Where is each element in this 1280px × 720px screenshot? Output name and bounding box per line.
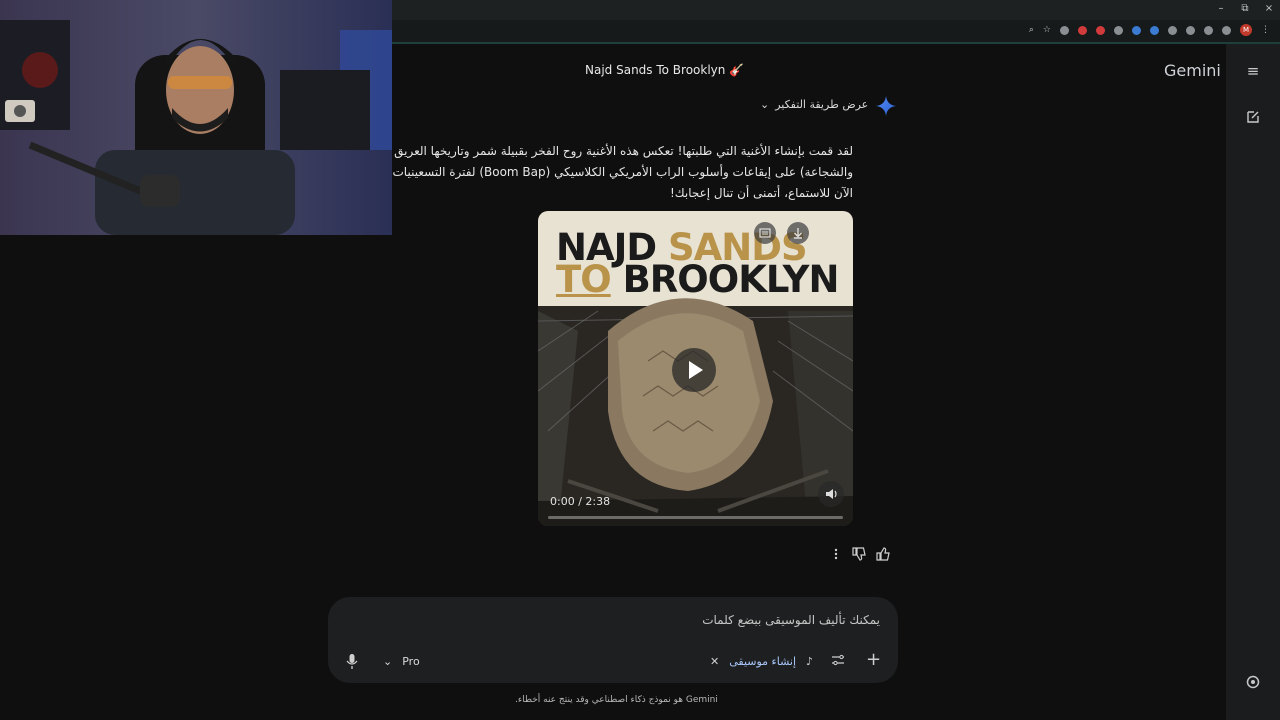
volume-icon — [826, 489, 837, 499]
extension-icon[interactable] — [1114, 25, 1123, 35]
extension-icon[interactable] — [1150, 25, 1159, 35]
playback-timecode: 0:00 / 2:38 — [550, 495, 611, 508]
settings-gear-icon[interactable] — [1244, 674, 1262, 692]
menu-icon[interactable]: ≡ — [1244, 62, 1262, 80]
right-rail: ≡ — [1226, 44, 1280, 720]
cover-title-line-2: TO BROOKLYN — [556, 258, 840, 301]
music-tool-label: إنشاء موسيقى — [729, 654, 797, 668]
transcript-icon[interactable] — [754, 222, 776, 244]
remove-chip-icon[interactable]: ✕ — [710, 655, 719, 668]
model-label: Pro — [402, 654, 420, 668]
more-options-icon[interactable] — [828, 546, 844, 562]
show-thinking-label: عرض طريقة التفكير — [775, 98, 869, 111]
thumbs-down-icon[interactable] — [851, 546, 867, 562]
model-selector[interactable]: ⌄ Pro — [383, 652, 420, 670]
browser-toolbar: ⌕ ☆ M ⋮ — [392, 20, 1280, 44]
chevron-down-icon: ⌄ — [760, 98, 770, 111]
extension-icon[interactable] — [1078, 25, 1087, 35]
extension-toolbar: ⌕ ☆ M ⋮ — [1029, 24, 1270, 36]
bookmark-star-icon[interactable]: ☆ — [1043, 25, 1051, 35]
webcam-overlay — [0, 0, 392, 235]
download-icon[interactable] — [787, 222, 809, 244]
prompt-composer[interactable]: يمكنك تأليف الموسيقى ببضع كلمات ⌄ Pro ✕ … — [328, 597, 898, 683]
cover-word: BROOKLYN — [622, 258, 840, 301]
window-controls: – ⧉ × — [1216, 3, 1274, 14]
volume-button[interactable] — [818, 481, 844, 507]
extension-icon[interactable] — [1186, 25, 1195, 35]
cover-word: TO — [556, 258, 612, 301]
response-line: الآن للاستماع، أتمنى أن تنال إعجابك! — [669, 186, 853, 200]
response-line: والشجاعة) على إيقاعات وأسلوب الراب الأمر… — [392, 165, 853, 179]
restore-button[interactable]: ⧉ — [1240, 3, 1250, 14]
profile-avatar[interactable]: M — [1240, 24, 1252, 36]
extension-icon[interactable] — [1222, 25, 1231, 35]
new-chat-icon[interactable] — [1244, 109, 1262, 127]
conversation-title[interactable]: Najd Sands To Brooklyn 🎸 — [585, 63, 744, 77]
tools-icon[interactable] — [830, 652, 846, 670]
prompt-input[interactable]: يمكنك تأليف الموسيقى ببضع كلمات — [702, 613, 880, 627]
play-button[interactable] — [672, 348, 716, 392]
zoom-icon[interactable]: ⌕ — [1029, 25, 1034, 35]
assistant-response: لقد قمت بإنشاء الأغنية التي طلبتها! تعكس… — [392, 141, 853, 204]
microphone-icon[interactable] — [344, 652, 360, 670]
close-window-button[interactable]: × — [1264, 3, 1274, 14]
browser-menu-icon[interactable]: ⋮ — [1261, 25, 1270, 35]
add-attachment-icon[interactable]: + — [866, 651, 881, 670]
play-icon — [689, 361, 703, 379]
playback-progress-bar[interactable] — [548, 516, 843, 519]
show-thinking-toggle[interactable]: عرض طريقة التفكير ⌄ — [760, 98, 868, 111]
extension-icon[interactable] — [1132, 25, 1141, 35]
extension-icon[interactable] — [1096, 25, 1105, 35]
extension-icon[interactable] — [1060, 25, 1069, 35]
gemini-spark-icon — [876, 96, 896, 116]
response-line: لقد قمت بإنشاء الأغنية التي طلبتها! تعكس… — [392, 144, 853, 158]
minimize-button[interactable]: – — [1216, 3, 1226, 14]
extension-icon[interactable] — [1168, 25, 1177, 35]
extensions-puzzle-icon[interactable] — [1204, 25, 1213, 35]
thumbs-up-icon[interactable] — [875, 546, 891, 562]
chevron-down-icon: ⌄ — [383, 654, 393, 668]
music-player[interactable]: NAJD SANDS TO BROOKLYN 0:00 / 2:38 — [538, 211, 853, 526]
disclaimer-text: Gemini هو نموذج ذكاء اصطناعي وقد ينتج عن… — [515, 695, 718, 705]
webcam-image — [0, 0, 392, 235]
music-note-icon: ♪ — [806, 654, 814, 668]
gemini-brand[interactable]: Gemini — [1164, 61, 1221, 80]
music-tool-chip[interactable]: ✕ إنشاء موسيقى ♪ — [710, 652, 813, 670]
